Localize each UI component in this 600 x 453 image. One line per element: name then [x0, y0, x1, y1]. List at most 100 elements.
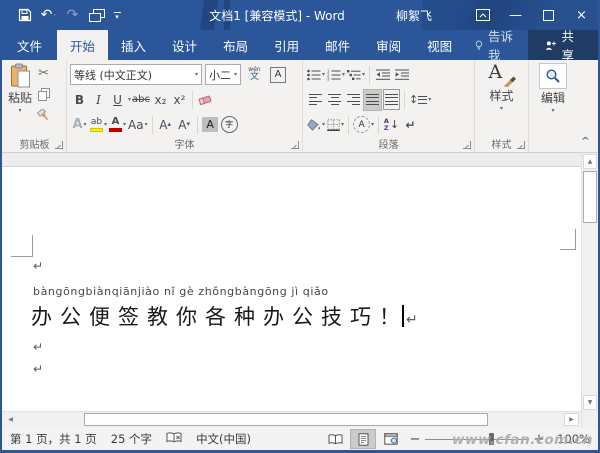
cut-button[interactable]: ✂	[34, 64, 53, 83]
borders-button[interactable]: ▾	[326, 114, 345, 136]
tab-file[interactable]: 文件	[2, 30, 57, 60]
justify-button[interactable]	[363, 89, 382, 111]
scroll-up-arrow[interactable]: ▲	[583, 154, 597, 169]
text-highlight-button[interactable]: ab▾	[89, 114, 108, 136]
word-count[interactable]: 25 个字	[111, 431, 152, 447]
collapse-ribbon-button[interactable]: ^	[581, 135, 590, 145]
document-text-line[interactable]: 办公便签教你各种办公技巧！↵	[31, 301, 418, 331]
proofing-status[interactable]	[166, 432, 182, 447]
ribbon-display-options-button[interactable]	[466, 0, 499, 30]
redo-button[interactable]: ↷	[62, 4, 83, 26]
tab-layout[interactable]: 布局	[210, 30, 261, 60]
styles-dialog-launcher[interactable]	[517, 141, 525, 149]
copy-button[interactable]	[34, 85, 53, 104]
page-indicator[interactable]: 第 1 页，共 1 页	[10, 431, 97, 447]
tab-review[interactable]: 审阅	[363, 30, 414, 60]
align-left-button[interactable]	[306, 89, 325, 111]
clipboard-dialog-launcher[interactable]	[55, 141, 63, 149]
underline-button[interactable]: U	[108, 89, 127, 111]
vertical-scrollbar[interactable]: ▲ ▼	[581, 153, 598, 428]
document-page[interactable]: ↵ bàngōngbiànqiānjiào nǐ gè zhǒngbàngōng…	[2, 167, 581, 411]
scroll-down-arrow[interactable]: ▼	[583, 395, 597, 410]
change-case-icon: Aa	[128, 118, 144, 132]
tab-insert[interactable]: 插入	[108, 30, 159, 60]
asian-layout-button[interactable]: A▾	[352, 114, 375, 136]
font-dialog-launcher[interactable]	[291, 141, 299, 149]
strikethrough-button[interactable]: abc	[131, 89, 151, 111]
undo-button[interactable]: ↶▾	[38, 4, 59, 26]
tab-view[interactable]: 视图	[414, 30, 465, 60]
distribute-button[interactable]	[382, 89, 401, 111]
editing-button[interactable]: 编辑 ▾	[532, 62, 574, 115]
customize-qat-button[interactable]: ▾	[110, 4, 124, 26]
font-size-combobox[interactable]: 小二▾	[205, 64, 241, 85]
web-layout-button[interactable]	[378, 429, 404, 449]
tab-design[interactable]: 设计	[159, 30, 210, 60]
tell-me-box[interactable]: 告诉我	[465, 30, 527, 60]
character-shading-button[interactable]: A	[201, 114, 220, 136]
phonetic-guide-button[interactable]: wén文	[245, 64, 264, 86]
character-border-button[interactable]: A	[264, 64, 287, 86]
lightbulb-icon	[475, 39, 483, 52]
scroll-left-arrow[interactable]: ◀	[3, 413, 18, 426]
share-button[interactable]: 共享	[528, 30, 598, 60]
print-layout-button[interactable]	[350, 429, 376, 449]
enclose-characters-button[interactable]: 字	[220, 114, 239, 136]
align-center-icon	[328, 91, 341, 108]
borders-icon	[327, 119, 340, 131]
styles-button[interactable]: A 样式 ▾	[478, 62, 525, 113]
multilevel-list-button[interactable]: ▾	[346, 64, 366, 86]
decrease-indent-button[interactable]	[373, 64, 392, 86]
subscript-button[interactable]: x₂	[151, 89, 170, 111]
signed-in-user[interactable]: 柳絮飞	[396, 7, 432, 24]
text-effects-button[interactable]: A▾	[70, 114, 89, 136]
maximize-button[interactable]	[532, 0, 565, 30]
bold-button[interactable]: B	[70, 89, 89, 111]
superscript-button[interactable]: x²	[170, 89, 189, 111]
touch-mouse-mode-button[interactable]	[86, 4, 107, 26]
read-mode-button[interactable]	[322, 429, 348, 449]
vertical-scroll-thumb[interactable]	[583, 171, 597, 223]
tab-mailings[interactable]: 邮件	[312, 30, 363, 60]
horizontal-scrollbar[interactable]: ◀ ▶	[2, 411, 581, 428]
sort-button[interactable]: AZ↓	[382, 114, 401, 136]
justify-icon	[366, 91, 379, 108]
save-button[interactable]	[14, 4, 35, 26]
minimize-button[interactable]: —	[499, 0, 532, 30]
grow-font-button[interactable]: A▴	[156, 114, 175, 136]
horizontal-scroll-thumb[interactable]	[84, 413, 488, 426]
paragraph-mark: ↵	[33, 362, 43, 376]
caret-down-icon: ▾	[186, 122, 190, 127]
align-center-button[interactable]	[325, 89, 344, 111]
bullets-button[interactable]: ▾	[306, 64, 326, 86]
increase-indent-button[interactable]	[392, 64, 411, 86]
tab-home[interactable]: 开始	[57, 30, 108, 60]
change-case-button[interactable]: Aa▾	[127, 114, 149, 136]
tab-references[interactable]: 引用	[261, 30, 312, 60]
language-indicator[interactable]: 中文(中国)	[196, 431, 251, 447]
numbering-button[interactable]: 123 ▾	[326, 64, 346, 86]
web-layout-icon	[384, 433, 398, 445]
decrease-indent-icon	[376, 69, 390, 81]
word-window: ↶▾ ↷ ▾ 文档1 [兼容模式] - Word 柳絮飞 — × 文件 开始 插…	[0, 0, 600, 453]
show-hide-marks-button[interactable]: ↵	[401, 114, 420, 136]
font-color-button[interactable]: A▾	[108, 114, 127, 136]
print-layout-icon	[358, 433, 369, 446]
close-button[interactable]: ×	[565, 0, 598, 30]
paste-button[interactable]: 粘贴 ▾	[6, 62, 34, 137]
clear-formatting-button[interactable]	[196, 89, 215, 111]
proofing-book-icon	[166, 432, 182, 444]
shading-button[interactable]: ▾	[306, 114, 326, 136]
italic-button[interactable]: I	[89, 89, 108, 111]
line-spacing-button[interactable]: ↕▾	[408, 89, 432, 111]
font-name-combobox[interactable]: 等线 (中文正文)▾	[70, 64, 202, 85]
align-right-button[interactable]	[344, 89, 363, 111]
page-top-gap	[2, 153, 581, 167]
line-spacing-icon: ↕	[409, 93, 418, 106]
paragraph-dialog-launcher[interactable]	[463, 141, 471, 149]
increase-indent-icon	[395, 69, 409, 81]
shrink-font-button[interactable]: A▾	[175, 114, 194, 136]
zoom-out-button[interactable]: −	[406, 432, 424, 447]
format-painter-button[interactable]	[34, 106, 53, 125]
scroll-right-arrow[interactable]: ▶	[564, 413, 579, 426]
